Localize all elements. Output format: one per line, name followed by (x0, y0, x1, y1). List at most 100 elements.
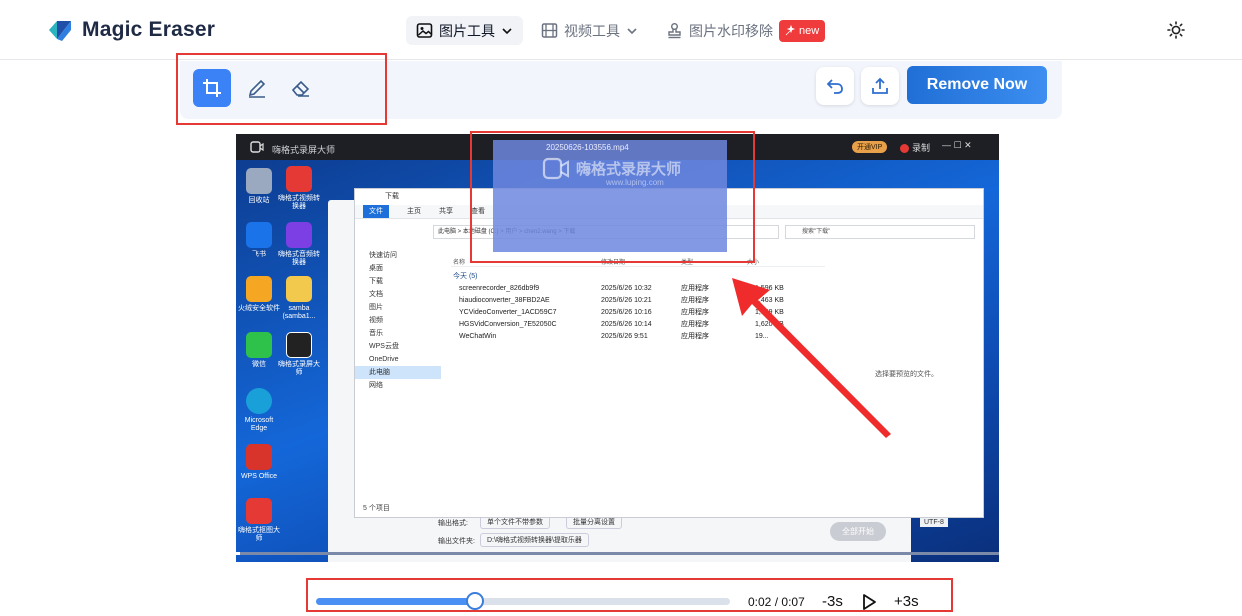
chevron-down-icon (502, 27, 512, 34)
sun-icon[interactable] (1167, 21, 1185, 39)
watermark-logo-icon (542, 157, 569, 180)
brand-logo[interactable]: Magic Eraser (46, 16, 215, 44)
desktop-icon: 嗨格式视频转换器 (276, 166, 322, 211)
nav-image-watermark-remove[interactable]: 图片水印移除 new (656, 16, 835, 45)
film-icon (541, 23, 558, 38)
ribbon-tab: 主页 (407, 208, 421, 215)
desktop-icon: 嗨格式抠图大师 (236, 498, 282, 543)
explorer-sidebar-item: 视频 (369, 317, 383, 324)
eraser-tool-button[interactable] (282, 69, 320, 107)
recycle-bin-icon (246, 168, 272, 194)
nav-image-tools[interactable]: 图片工具 (406, 16, 523, 45)
desktop-icon-label: WPS Office (240, 473, 278, 480)
output-folder-label: 输出文件夹: (438, 538, 475, 545)
explorer-column-headers: 名称 修改日期 类型 大小 (451, 255, 825, 267)
player-controls: 0:02 / 0:07 -3s +3s (308, 580, 952, 614)
seek-thumb[interactable] (466, 592, 484, 610)
output-format-label: 输出格式: (438, 520, 468, 527)
play-icon[interactable] (861, 593, 877, 611)
wps-app-icon (246, 444, 272, 470)
explorer-search-box: 搜索"下载" (785, 225, 975, 239)
watermark-selection-area[interactable] (493, 140, 727, 252)
explorer-sidebar-item: 文档 (369, 291, 383, 298)
desktop-icon-label: 火绒安全软件 (238, 305, 280, 312)
watermark-url: www.luping.com (606, 178, 664, 187)
nav-video-tools-label: 视频工具 (564, 22, 620, 39)
column-header: 大小 (747, 260, 760, 266)
start-all-button: 全部开始 (830, 522, 886, 541)
explorer-status: 5 个项目 (363, 505, 390, 512)
editor-toolbar: Remove Now (180, 61, 1062, 119)
skip-back-button[interactable]: -3s (822, 593, 843, 610)
duration: 0:07 (781, 595, 805, 609)
wechat-app-icon (246, 332, 272, 358)
recorder-title: 嗨格式录屏大师 (272, 145, 336, 155)
file-date: 2025/6/26 10:21 (601, 297, 652, 304)
explorer-sidebar-item: 图片 (369, 304, 383, 311)
watermark-brand: 嗨格式录屏大师 (576, 161, 682, 178)
desktop-icon: WPS Office (236, 444, 282, 481)
annotation-arrow-icon (732, 278, 891, 438)
new-badge-label: new (799, 24, 820, 37)
file-name: YCVideoConverter_1ACD59C7 (459, 309, 557, 316)
crop-tool-button[interactable] (193, 69, 231, 107)
ribbon-tab: 文件 (363, 205, 389, 218)
explorer-sidebar-item: 音乐 (369, 330, 383, 337)
desktop-icon-label: 嗨格式录屏大师 (278, 361, 320, 376)
top-header: Magic Eraser 图片工具 视频工具 图片水印移除 new (0, 0, 1242, 60)
main-nav: 图片工具 视频工具 图片水印移除 new (406, 16, 835, 45)
explorer-sidebar-item: 网络 (369, 382, 383, 389)
brand-logo-icon (49, 21, 71, 41)
file-date: 2025/6/26 10:32 (601, 285, 652, 292)
remove-now-button[interactable]: Remove Now (907, 66, 1047, 104)
file-name: hiaudioconverter_38FBD2AE (459, 297, 550, 304)
sparkle-icon (785, 25, 796, 36)
desktop-icon-label: samba (samba1... (282, 305, 316, 320)
file-name: WeChatWin (459, 333, 497, 340)
recorder-rec-text: 录制 (912, 143, 931, 153)
current-time: 0:02 (748, 595, 772, 609)
video-preview[interactable]: 嗨格式录屏大师 开通VIP 录制 — ☐ ✕ 回收站 嗨格式视频转换器 飞书 嗨… (236, 134, 999, 562)
edge-app-icon (246, 388, 272, 414)
desktop-icon: samba (samba1... (276, 276, 322, 321)
nav-image-tools-label: 图片工具 (439, 22, 495, 39)
file-date: 2025/6/26 9:51 (601, 333, 648, 340)
folder-icon (286, 276, 312, 302)
desktop-icon-label: 嗨格式音频转换器 (278, 251, 320, 266)
export-button[interactable] (861, 67, 899, 105)
file-name: HGSVidConversion_7E52050C (459, 321, 557, 328)
explorer-sidebar-item: WPS云盘 (369, 343, 399, 350)
explorer-sidebar-item: 下载 (369, 278, 383, 285)
explorer-sidebar-item: 快速访问 (369, 252, 397, 259)
explorer-sidebar-item: 此电脑 (355, 366, 441, 379)
nav-video-tools[interactable]: 视频工具 (531, 16, 648, 45)
time-readout: 0:02 / 0:07 (748, 595, 805, 609)
output-folder-field: D:\嗨格式视频转换器\提取乐器 (480, 533, 589, 547)
file-type: 应用程序 (681, 297, 709, 304)
recorder-window-controls: — ☐ ✕ (942, 140, 972, 150)
file-type: 应用程序 (681, 321, 709, 328)
column-header: 名称 (453, 260, 466, 266)
file-type: 应用程序 (681, 285, 709, 292)
column-header: 类型 (681, 260, 694, 266)
ribbon-tab: 共享 (439, 208, 453, 215)
column-header: 修改日期 (601, 260, 626, 266)
desktop-icon: 嗨格式音频转换器 (276, 222, 322, 267)
explorer-sidebar-item: 桌面 (369, 265, 383, 272)
time-separator: / (774, 595, 779, 609)
desktop-icon-label: 飞书 (252, 251, 266, 258)
undo-button[interactable] (816, 67, 854, 105)
chevron-down-icon (627, 27, 637, 34)
skip-forward-button[interactable]: +3s (894, 593, 919, 610)
file-date: 2025/6/26 10:14 (601, 321, 652, 328)
desktop-icon-label: 嗨格式视频转换器 (278, 195, 320, 210)
feishu-app-icon (246, 222, 272, 248)
recorder-logo-icon (250, 141, 264, 153)
pen-tool-button[interactable] (238, 69, 276, 107)
video-inner-progress (236, 552, 999, 555)
desktop-icon-label: Microsoft Edge (244, 417, 274, 432)
desktop-icon-label: 回收站 (248, 197, 270, 204)
huorong-app-icon (246, 276, 272, 302)
record-dot-icon (900, 144, 909, 154)
stamp-icon (668, 23, 681, 39)
